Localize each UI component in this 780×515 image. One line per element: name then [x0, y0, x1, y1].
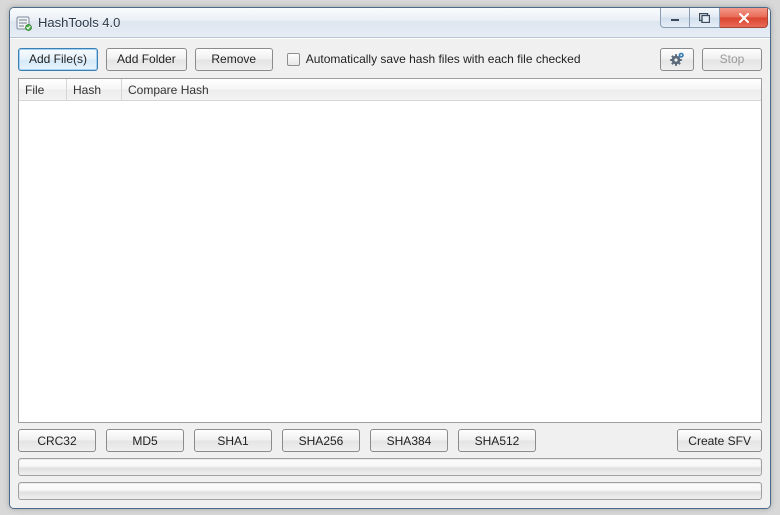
- auto-save-label: Automatically save hash files with each …: [306, 52, 581, 66]
- checkbox-icon: [287, 53, 300, 66]
- client-area: Add File(s) Add Folder Remove Automatica…: [10, 38, 770, 508]
- window-title: HashTools 4.0: [38, 15, 660, 30]
- minimize-icon: [670, 13, 680, 23]
- add-files-button[interactable]: Add File(s): [18, 48, 98, 71]
- titlebar[interactable]: HashTools 4.0: [10, 8, 770, 38]
- stop-button[interactable]: Stop: [702, 48, 762, 71]
- column-header-file[interactable]: File: [19, 79, 67, 100]
- maximize-icon: [699, 13, 710, 23]
- app-window: HashTools 4.0 Add File(s): [9, 7, 771, 509]
- file-listview[interactable]: File Hash Compare Hash: [18, 78, 762, 423]
- progress-bar-2: [18, 482, 762, 500]
- column-header-compare[interactable]: Compare Hash: [122, 79, 761, 100]
- gear-icon: [669, 51, 685, 67]
- settings-button[interactable]: [660, 48, 694, 71]
- close-icon: [738, 13, 750, 23]
- toolbar: Add File(s) Add Folder Remove Automatica…: [18, 46, 762, 72]
- close-button[interactable]: [720, 8, 768, 28]
- app-icon: [16, 15, 32, 31]
- crc32-button[interactable]: CRC32: [18, 429, 96, 452]
- add-folder-button[interactable]: Add Folder: [106, 48, 187, 71]
- sha1-button[interactable]: SHA1: [194, 429, 272, 452]
- listview-body[interactable]: [19, 101, 761, 422]
- sha384-button[interactable]: SHA384: [370, 429, 448, 452]
- sha512-button[interactable]: SHA512: [458, 429, 536, 452]
- hash-buttons-row: CRC32 MD5 SHA1 SHA256 SHA384 SHA512 Crea…: [18, 429, 762, 452]
- remove-button[interactable]: Remove: [195, 48, 273, 71]
- auto-save-checkbox[interactable]: Automatically save hash files with each …: [287, 52, 581, 66]
- minimize-button[interactable]: [660, 8, 690, 28]
- listview-header: File Hash Compare Hash: [19, 79, 761, 101]
- maximize-button[interactable]: [690, 8, 720, 28]
- column-header-hash[interactable]: Hash: [67, 79, 122, 100]
- progress-bar-1: [18, 458, 762, 476]
- sha256-button[interactable]: SHA256: [282, 429, 360, 452]
- md5-button[interactable]: MD5: [106, 429, 184, 452]
- create-sfv-button[interactable]: Create SFV: [677, 429, 762, 452]
- window-controls: [660, 8, 768, 37]
